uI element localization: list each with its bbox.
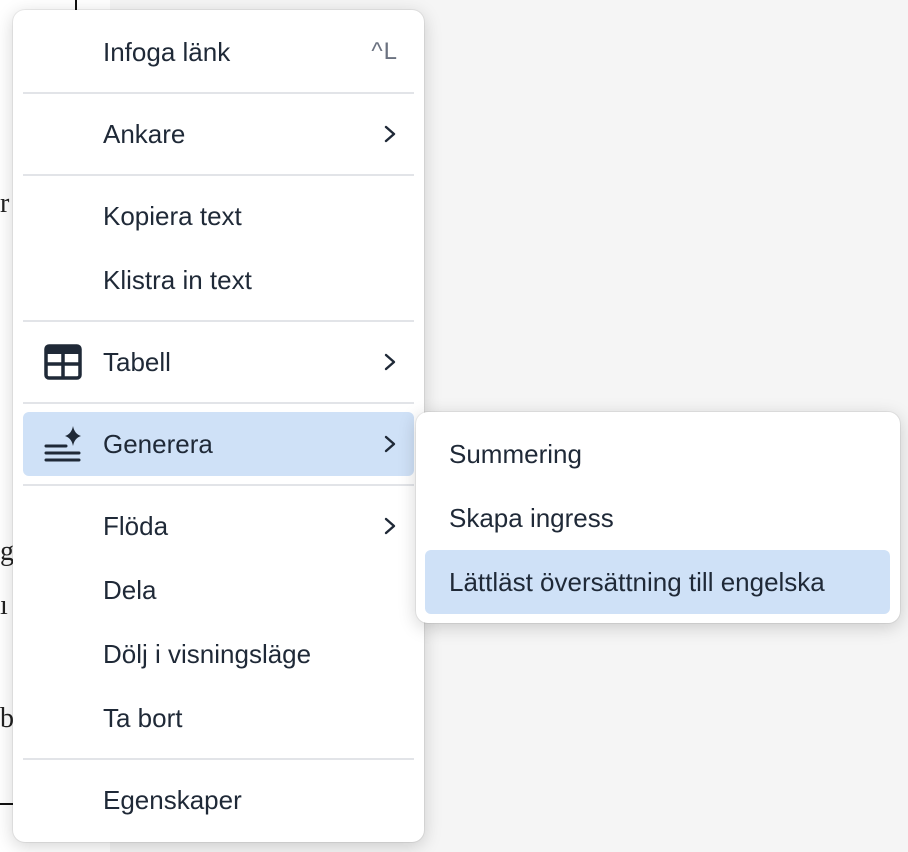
- menu-item-generate[interactable]: Generera: [23, 412, 414, 476]
- submenu-item-label: Summering: [449, 439, 582, 469]
- menu-separator: [23, 92, 414, 94]
- menu-separator: [23, 174, 414, 176]
- context-menu: Infoga länk ^L Ankare Kopiera text Klist…: [13, 10, 424, 842]
- menu-item-insert-link[interactable]: Infoga länk ^L: [23, 20, 414, 84]
- menu-item-label: Egenskaper: [103, 785, 242, 815]
- submenu-item-summary[interactable]: Summering: [425, 422, 890, 486]
- text-caret: [75, 0, 77, 10]
- table-icon: [44, 344, 82, 380]
- menu-item-properties[interactable]: Egenskaper: [23, 768, 414, 832]
- submenu-item-label: Skapa ingress: [449, 503, 614, 533]
- submenu-item-label: Lättläst översättning till engelska: [449, 567, 825, 597]
- menu-item-label: Dölj i visningsläge: [103, 639, 312, 669]
- menu-item-flow[interactable]: Flöda: [23, 494, 414, 558]
- document-rule: [0, 803, 14, 805]
- menu-separator: [23, 402, 414, 404]
- menu-item-paste-text[interactable]: Klistra in text: [23, 248, 414, 312]
- chevron-right-icon: [384, 435, 396, 453]
- menu-item-label: Kopiera text: [103, 201, 242, 231]
- menu-separator: [23, 758, 414, 760]
- document-text-fragment: g: [0, 536, 14, 567]
- chevron-right-icon: [384, 353, 396, 371]
- chevron-right-icon: [384, 125, 396, 143]
- submenu-item-easy-read-english-translation[interactable]: Lättläst översättning till engelska: [425, 550, 890, 614]
- generate-submenu: Summering Skapa ingress Lättläst översät…: [416, 412, 900, 623]
- menu-item-label: Tabell: [103, 347, 171, 377]
- menu-item-anchor[interactable]: Ankare: [23, 102, 414, 166]
- menu-item-label: Infoga länk: [103, 37, 231, 67]
- document-text-fragment: ı: [0, 590, 8, 621]
- menu-item-label: Generera: [103, 429, 213, 459]
- document-text-fragment: r: [0, 188, 10, 219]
- submenu-item-create-lead[interactable]: Skapa ingress: [425, 486, 890, 550]
- document-text-fragment: b: [0, 703, 14, 734]
- menu-separator: [23, 320, 414, 322]
- sparkle-lines-icon: [44, 426, 81, 462]
- menu-item-hide-in-view-mode[interactable]: Dölj i visningsläge: [23, 622, 414, 686]
- menu-item-label: Flöda: [103, 511, 169, 541]
- menu-item-delete[interactable]: Ta bort: [23, 686, 414, 750]
- menu-item-copy-text[interactable]: Kopiera text: [23, 184, 414, 248]
- menu-item-table[interactable]: Tabell: [23, 330, 414, 394]
- chevron-right-icon: [384, 517, 396, 535]
- menu-item-label: Ta bort: [103, 703, 183, 733]
- menu-item-label: Klistra in text: [103, 265, 252, 295]
- menu-item-shortcut: ^L: [371, 38, 398, 65]
- menu-item-share[interactable]: Dela: [23, 558, 414, 622]
- menu-item-label: Dela: [103, 575, 157, 605]
- menu-separator: [23, 484, 414, 486]
- menu-item-label: Ankare: [103, 119, 186, 149]
